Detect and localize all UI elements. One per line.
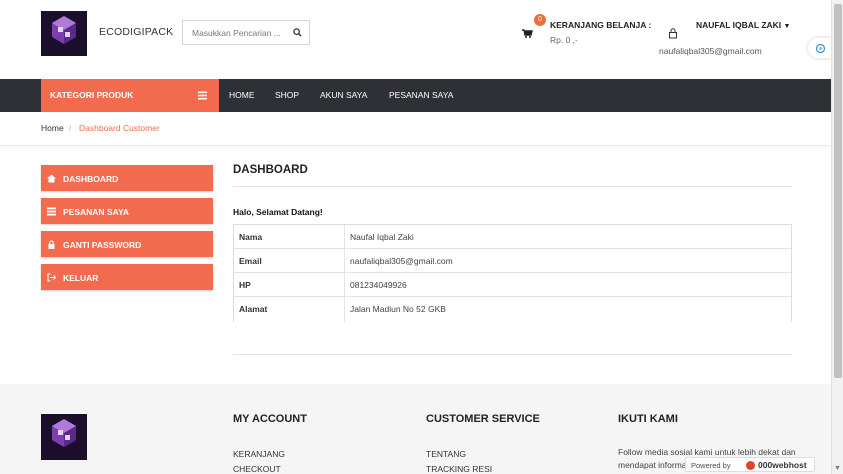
search-box [182, 20, 310, 45]
nav-pesanan-saya[interactable]: PESANAN SAYA [389, 90, 453, 100]
host-name: 000webhost [758, 460, 807, 470]
greeting-text: Halo, Selamat Datang! [233, 207, 323, 217]
table-row: Nama Naufal Iqbal Zaki [234, 225, 791, 249]
row-key: HP [239, 280, 251, 290]
sign-out-icon [47, 273, 56, 282]
scrollbar-thumb[interactable] [834, 4, 842, 378]
sidebar-item-label: KELUAR [63, 273, 99, 283]
footer-link-tentang[interactable]: TENTANG [426, 449, 466, 459]
list-icon [47, 207, 56, 216]
cart-count-badge: 0 [534, 14, 546, 26]
sidebar-item-label: PESANAN SAYA [63, 207, 129, 217]
row-value: Jalan Madiun No 52 GKB [350, 304, 446, 314]
sidebar-item-ganti-password[interactable]: GANTI PASSWORD [41, 231, 213, 257]
user-email: naufaliqbal305@gmail.com [659, 46, 762, 56]
host-logo-icon [746, 461, 755, 470]
nav-akun-saya[interactable]: AKUN SAYA [320, 90, 367, 100]
widget-icon [815, 43, 825, 53]
brand-name[interactable]: ECODIGIPACK [99, 26, 173, 38]
page-title: DASHBOARD [233, 164, 308, 176]
row-value: 081234049926 [350, 280, 407, 290]
row-key: Email [239, 256, 262, 266]
row-value: Naufal Iqbal Zaki [350, 232, 414, 242]
powered-by-label: Powered by [691, 461, 731, 470]
home-icon [47, 174, 56, 183]
user-icon[interactable] [667, 26, 679, 39]
breadcrumb-home[interactable]: Home [41, 123, 64, 133]
sidebar-item-label: DASHBOARD [63, 174, 119, 184]
row-key: Nama [239, 232, 263, 242]
breadcrumb-current: Dashboard Customer [79, 123, 160, 133]
user-name: NAUFAL IQBAL ZAKI [696, 20, 782, 30]
sidebar-item-dashboard[interactable]: DASHBOARD [41, 165, 213, 191]
sidebar-item-pesanan-saya[interactable]: PESANAN SAYA [41, 198, 213, 224]
nav-shop[interactable]: SHOP [275, 90, 299, 100]
row-value: naufaliqbal305@gmail.com [350, 256, 453, 266]
nav-home[interactable]: HOME [229, 90, 255, 100]
content-bottom-divider [233, 354, 792, 355]
footer-follow-title: IKUTI KAMI [618, 413, 678, 425]
user-menu-toggle[interactable]: NAUFAL IQBAL ZAKI ▼ [696, 20, 790, 30]
footer-logo[interactable] [41, 414, 87, 460]
scroll-down-arrow-icon[interactable]: ▼ [834, 465, 841, 472]
footer-link-tracking-resi[interactable]: TRACKING RESI [426, 464, 492, 474]
footer-customer-service-title: CUSTOMER SERVICE [426, 413, 540, 425]
cart-total: Rp. 0 ,- [550, 35, 578, 45]
category-label: KATEGORI PRODUK [50, 90, 134, 100]
sidebar-item-keluar[interactable]: KELUAR [41, 264, 213, 290]
search-button[interactable] [285, 21, 309, 44]
footer-link-keranjang[interactable]: KERANJANG [233, 449, 285, 459]
breadcrumb-separator: / [69, 123, 72, 133]
footer-link-checkout[interactable]: CHECKOUT [233, 464, 281, 474]
cart-icon[interactable] [518, 24, 536, 40]
brand-logo[interactable] [41, 11, 87, 56]
table-row: Email naufaliqbal305@gmail.com [234, 249, 791, 273]
sidebar-item-label: GANTI PASSWORD [63, 240, 142, 250]
table-row: HP 081234049926 [234, 273, 791, 297]
page-scrollbar[interactable]: ▼ [831, 0, 843, 474]
hamburger-icon [198, 91, 207, 100]
row-key: Alamat [239, 304, 268, 314]
footer-my-account-title: MY ACCOUNT [233, 413, 307, 425]
caret-down-icon: ▼ [783, 23, 791, 30]
lock-icon [48, 240, 55, 249]
breadcrumb: Home / Dashboard Customer [0, 112, 831, 146]
title-divider [233, 186, 792, 187]
category-menu-button[interactable]: KATEGORI PRODUK [41, 79, 219, 112]
search-input[interactable] [183, 21, 287, 44]
cart-title[interactable]: KERANJANG BELANJA : [550, 20, 651, 30]
site-header: ECODIGIPACK 0 KERANJANG BELANJA : Rp. 0 … [0, 0, 832, 79]
powered-by-badge[interactable]: Powered by 000webhost [685, 457, 815, 472]
table-row: Alamat Jalan Madiun No 52 GKB [234, 297, 791, 321]
customer-info-table: Nama Naufal Iqbal Zaki Email naufaliqbal… [233, 224, 792, 322]
main-navbar: KATEGORI PRODUK HOME SHOP AKUN SAYA PESA… [0, 79, 831, 112]
search-icon [292, 28, 302, 37]
floating-widget-button[interactable] [808, 38, 832, 58]
